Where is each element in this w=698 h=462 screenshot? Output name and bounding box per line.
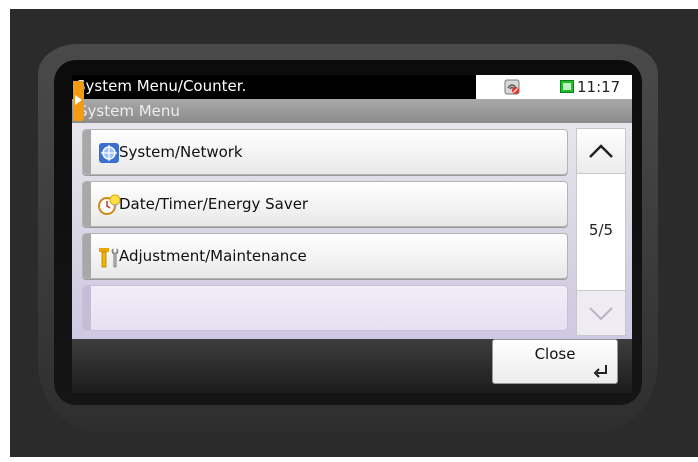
screen-title: System Menu/Counter. [76,77,247,95]
date-timer-icon [98,194,121,215]
top-bar: System Menu/Counter. 11:17 [72,75,632,99]
item-edge [83,286,91,330]
menu-item-empty [82,285,568,331]
status-area: 11:17 [476,75,632,99]
menu-item-label: Adjustment/Maintenance [119,247,307,265]
system-network-icon [99,143,119,163]
close-button[interactable]: Close [492,339,618,384]
page-indicator: 5/5 [588,221,614,239]
menu-item-date-timer[interactable]: Date/Timer/Energy Saver [82,181,568,227]
item-edge [83,182,91,226]
item-edge [83,130,91,174]
chevron-down-icon [589,307,613,321]
menu-item-system-network[interactable]: System/Network [82,129,568,175]
touch-screen: System Menu/Counter. 11:17 System Menu S… [72,75,632,393]
menu-item-adjustment-maintenance[interactable]: Adjustment/Maintenance [82,233,568,279]
page-subtitle: System Menu [78,102,180,120]
clock-time: 11:17 [577,78,621,96]
network-disconnected-icon[interactable] [504,79,520,95]
clock-icon [560,80,574,93]
close-button-label: Close [534,345,576,363]
side-tab-handle[interactable] [73,81,84,121]
menu-list: System/Network Date/Timer/Energy Saver A… [72,123,632,339]
menu-item-label: System/Network [119,143,243,161]
enter-key-icon [593,365,607,378]
chevron-up-icon [589,144,613,158]
menu-item-label: Date/Timer/Energy Saver [119,195,309,213]
adjustment-tools-icon [99,248,119,268]
item-edge [83,234,91,278]
breadcrumb: System Menu [72,99,632,123]
scroll-panel: 5/5 [576,128,626,336]
scroll-down-button [577,290,625,335]
expand-arrow-icon [75,95,82,105]
scroll-up-button[interactable] [577,129,625,174]
footer-bar: Close [72,339,632,393]
